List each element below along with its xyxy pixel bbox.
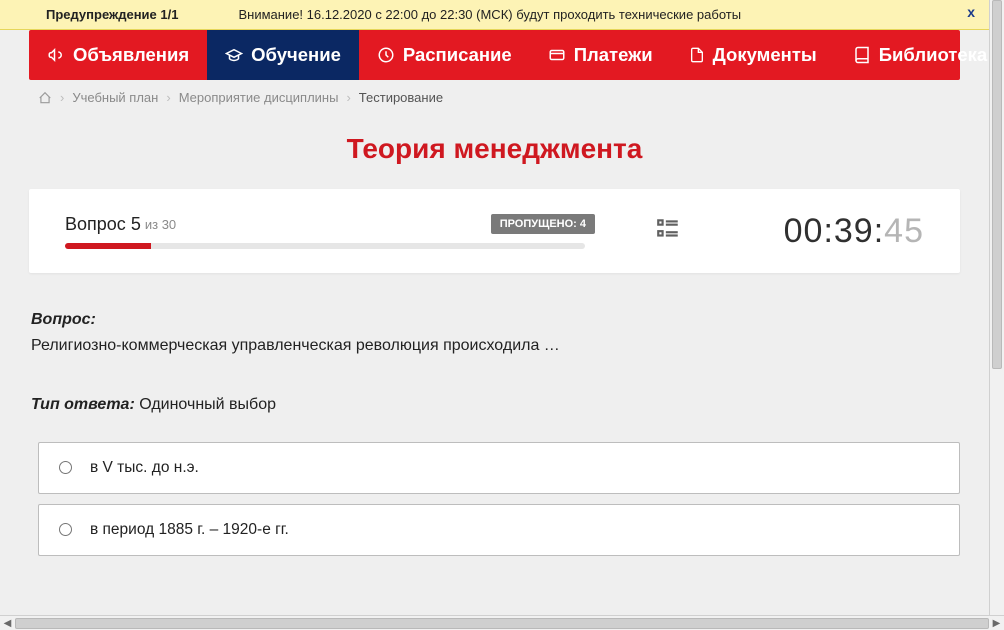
horizontal-scrollbar[interactable]: ◀ ▶ (0, 615, 1004, 630)
document-icon (689, 46, 705, 64)
breadcrumb-sep: › (346, 90, 350, 105)
breadcrumb-plan[interactable]: Учебный план (72, 90, 158, 105)
nav-label: Расписание (403, 44, 512, 66)
answer-type-value: Одиночный выбор (135, 396, 276, 413)
question-text: Религиозно-коммерческая управленческая р… (31, 333, 958, 359)
payment-icon (548, 46, 566, 64)
clock-icon (377, 46, 395, 64)
nav-label: Обучение (251, 44, 341, 66)
nav-label: Документы (713, 44, 817, 66)
nav-label: Библиотека (879, 44, 988, 66)
nav-announcements[interactable]: Объявления (29, 30, 207, 80)
warning-bar: Предупреждение 1/1 Внимание! 16.12.2020 … (0, 0, 989, 30)
answer-radio[interactable] (59, 461, 72, 474)
question-number: Вопрос 5 (65, 214, 141, 235)
list-icon (655, 216, 681, 242)
graduation-icon (225, 46, 243, 64)
question-total: из 30 (145, 217, 176, 232)
question-label: Вопрос: (31, 311, 96, 328)
progress-card: Вопрос 5 из 30 ПРОПУЩЕНО: 4 00:39:45 (29, 189, 960, 273)
answer-type-label: Тип ответа: (31, 396, 135, 413)
warning-close-button[interactable]: x (967, 4, 975, 20)
answer-option[interactable]: в V тыс. до н.э. (38, 442, 960, 494)
answer-text: в период 1885 г. – 1920-е гг. (90, 521, 289, 539)
question-body: Вопрос: Религиозно-коммерческая управлен… (0, 273, 989, 418)
scroll-left-arrow[interactable]: ◀ (0, 616, 15, 630)
answer-radio[interactable] (59, 523, 72, 536)
breadcrumb-sep: › (166, 90, 170, 105)
main-nav: Объявления Обучение Расписание Платежи Д… (29, 30, 960, 80)
nav-learning[interactable]: Обучение (207, 30, 359, 80)
skipped-badge: ПРОПУЩЕНО: 4 (491, 214, 595, 234)
nav-library[interactable]: Библиотека (835, 30, 989, 80)
timer: 00:39:45 (784, 212, 924, 251)
warning-message: Внимание! 16.12.2020 с 22:00 до 22:30 (М… (178, 7, 741, 22)
breadcrumb: › Учебный план › Мероприятие дисциплины … (0, 80, 989, 105)
megaphone-icon (47, 46, 65, 64)
nav-documents[interactable]: Документы (671, 30, 835, 80)
nav-label: Платежи (574, 44, 653, 66)
book-icon (853, 46, 871, 64)
nav-label: Объявления (73, 44, 189, 66)
page-title: Теория менеджмента (0, 133, 989, 165)
breadcrumb-sep: › (60, 90, 64, 105)
nav-schedule[interactable]: Расписание (359, 30, 530, 80)
question-list-button[interactable] (655, 216, 681, 247)
vertical-scrollbar[interactable] (989, 0, 1004, 615)
warning-prefix: Предупреждение 1/1 (0, 7, 178, 22)
nav-payments[interactable]: Платежи (530, 30, 671, 80)
breadcrumb-event[interactable]: Мероприятие дисциплины (179, 90, 339, 105)
breadcrumb-current: Тестирование (359, 90, 443, 105)
progress-bar (65, 243, 585, 249)
answer-option[interactable]: в период 1885 г. – 1920-е гг. (38, 504, 960, 556)
answer-options: в V тыс. до н.э. в период 1885 г. – 1920… (0, 418, 989, 556)
scroll-right-arrow[interactable]: ▶ (989, 616, 1004, 630)
answer-text: в V тыс. до н.э. (90, 459, 199, 477)
home-icon[interactable] (38, 91, 52, 105)
